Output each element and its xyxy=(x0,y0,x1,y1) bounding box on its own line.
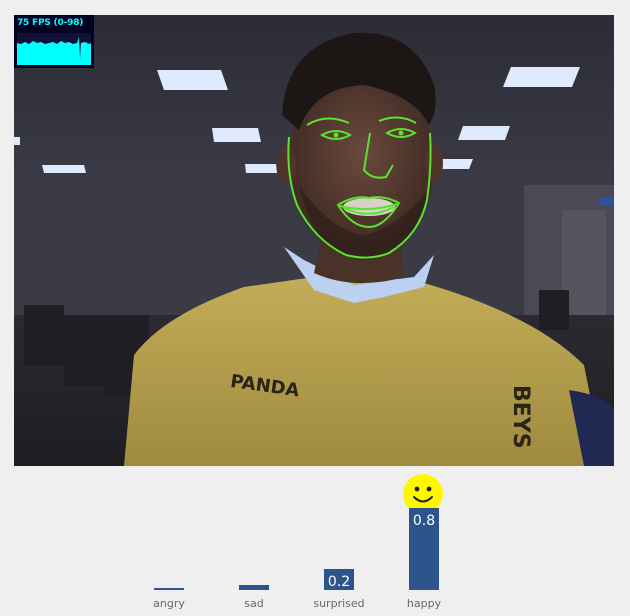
fps-label: 75 FPS (0-98) xyxy=(17,18,84,28)
svg-text:BEYS: BEYS xyxy=(508,385,533,449)
emotion-label-surprised: surprised xyxy=(313,597,365,610)
emotion-bar-sad xyxy=(239,585,269,590)
emotion-label-happy: happy xyxy=(406,597,442,610)
webcam-scene: PANDA BEYS xyxy=(14,15,614,466)
fps-meter: 75 FPS (0-98) xyxy=(14,15,94,68)
webcam-video: PANDA BEYS xyxy=(14,15,614,466)
fps-graph xyxy=(17,33,91,65)
emotion-label-angry: angry xyxy=(153,597,185,610)
emotion-bar-angry xyxy=(154,588,184,590)
emotion-bar-happy: 0.8 xyxy=(409,508,439,590)
emotion-bar-surprised: 0.2 xyxy=(324,569,354,590)
emotion-label-sad: sad xyxy=(244,597,264,610)
